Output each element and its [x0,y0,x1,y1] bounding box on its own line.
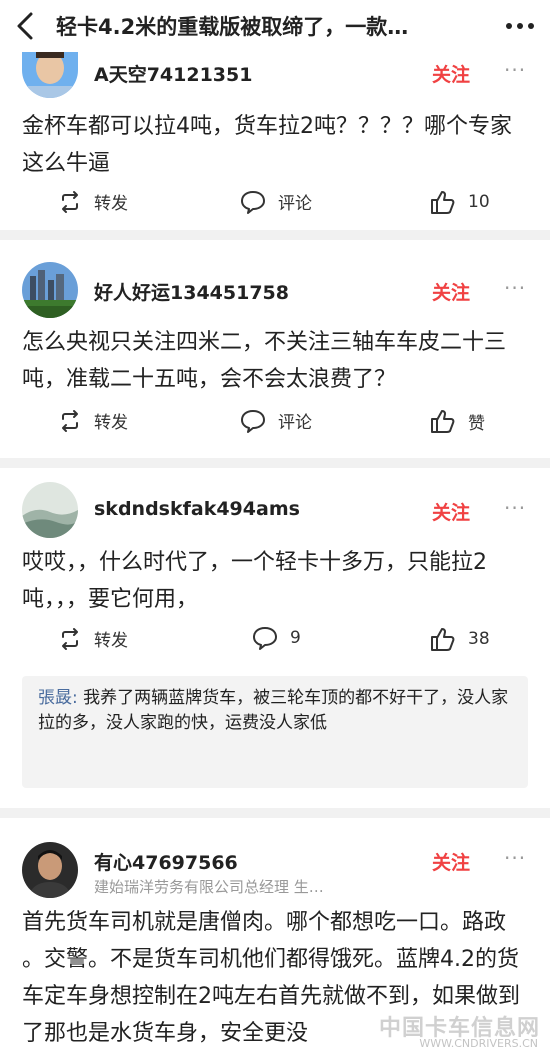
repost-button[interactable]: 转发 [58,189,128,214]
more-dots-button[interactable]: ··· [504,496,526,520]
comment-count: 9 [290,628,301,648]
like-count: 10 [468,192,490,212]
more-dots-button[interactable]: ··· [504,276,526,300]
username[interactable]: 有心47697566 [94,848,238,875]
follow-button[interactable]: 关注 [432,848,470,875]
separator [0,458,550,468]
reply-preview[interactable]: 張晸: 我养了两辆蓝牌货车，被三轮车顶的都不好干了，没人家拉的多，没人家跑的快，… [22,676,528,788]
reply-text: 我养了两辆蓝牌货车，被三轮车顶的都不好干了，没人家拉的多，没人家跑的快，运费没人… [38,688,509,733]
more-dots-button[interactable]: ··· [504,58,526,82]
comment-icon [241,409,265,433]
repost-label: 转发 [94,413,128,433]
comment-card: A天空74121351 关注 ··· 金杯车都可以拉4吨，货车拉2吨？？？？哪个… [0,52,550,230]
separator [0,230,550,240]
avatar[interactable] [22,52,78,98]
thumbs-up-icon [431,191,455,214]
user-title: 建始瑞洋劳务有限公司总经理 生… [94,878,324,896]
username[interactable]: skdndskfak494ams [94,498,300,520]
like-label: 赞 [468,413,485,434]
like-count: 38 [468,629,490,649]
comment-text: 哎哎，，什么时代了，一个轻卡十多万，只能拉2吨，，，要它何用， [22,550,487,612]
page-title: 轻卡4.2米的重载版被取缔了，一款… [56,15,409,39]
repost-button[interactable]: 转发 [58,408,128,433]
chevron-left-icon [17,12,33,40]
more-button[interactable] [490,0,550,52]
comment-label: 评论 [278,413,312,433]
separator [0,808,550,818]
follow-button[interactable]: 关注 [432,498,470,525]
repost-label: 转发 [94,631,128,651]
comment-label: 评论 [278,194,312,214]
comment-icon [241,190,265,214]
like-button[interactable]: 赞 [430,408,485,434]
back-button[interactable] [0,0,50,52]
follow-button[interactable]: 关注 [432,278,470,305]
follow-button[interactable]: 关注 [432,60,470,87]
repost-icon [62,190,78,213]
comment-text: 金杯车都可以拉4吨，货车拉2吨？？？？哪个专家这么牛逼 [22,114,512,176]
thumbs-up-icon [431,410,455,433]
nav-bar: 轻卡4.2米的重载版被取缔了，一款… [0,0,550,52]
comment-text: 怎么央视只关注四米二，不关注三轴车车皮二十三吨，准载二十五吨，会不会太浪费了？ [22,330,507,392]
repost-label: 转发 [94,194,128,214]
more-icon [506,23,534,29]
more-dots-button[interactable]: ··· [504,846,526,870]
avatar[interactable] [22,482,78,538]
comment-button[interactable]: 9 [252,626,301,650]
avatar[interactable] [22,842,78,898]
reply-author[interactable]: 張晸: [38,688,78,708]
thumbs-up-icon [431,628,455,651]
avatar[interactable] [22,262,78,318]
comment-button[interactable]: 评论 [240,189,312,214]
comment-button[interactable]: 评论 [240,408,312,433]
comment-card: 好人好运134451758 关注 ··· 怎么央视只关注四米二，不关注三轴车车皮… [0,240,550,458]
repost-button[interactable]: 转发 [58,626,128,651]
comment-card: skdndskfak494ams 关注 ··· 哎哎，，什么时代了，一个轻卡十多… [0,468,550,808]
repost-icon [62,627,78,650]
like-button[interactable]: 10 [430,189,490,215]
watermark-url: WWW.CNDRIVERS.CN [419,1037,538,1050]
repost-icon [62,409,78,432]
comment-icon [253,627,277,650]
username[interactable]: 好人好运134451758 [94,278,289,305]
like-button[interactable]: 38 [430,626,490,652]
username[interactable]: A天空74121351 [94,60,252,87]
